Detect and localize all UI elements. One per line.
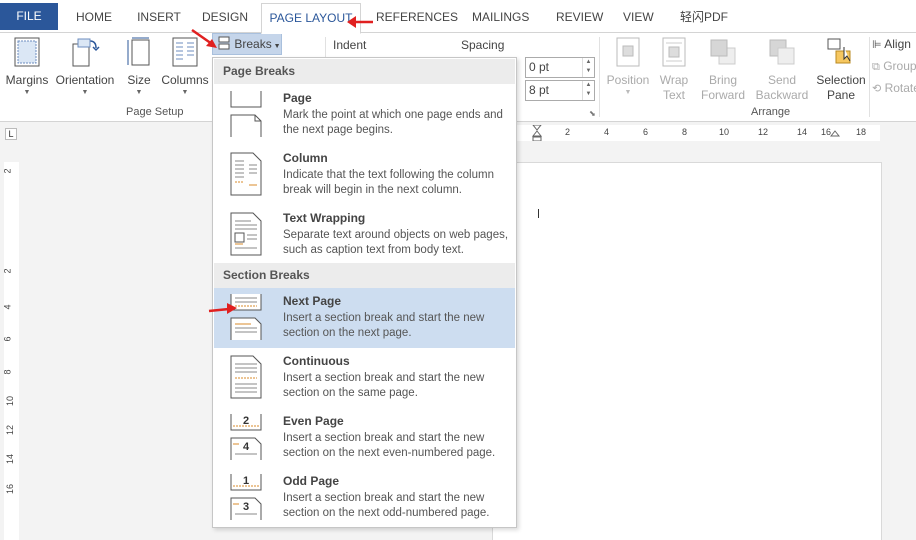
- spin-arrows-icon[interactable]: ▲ ▼: [582, 81, 594, 100]
- wrap-text-button[interactable]: Wrap Text: [652, 37, 696, 103]
- orientation-caret-icon: ▼: [81, 89, 89, 96]
- tab-mailings[interactable]: MAILINGS: [466, 3, 534, 33]
- group-icon: ⧉: [872, 61, 880, 73]
- selection-pane-button[interactable]: Selection Pane: [814, 37, 868, 103]
- ruler-tick-label: 14: [5, 453, 16, 465]
- selection-pane-icon: [827, 38, 851, 64]
- ruler-tick-label: 14: [797, 127, 808, 137]
- ruler-tick-label: 2: [2, 268, 13, 274]
- group-button[interactable]: ⧉ Group: [872, 59, 916, 74]
- tab-qingshan-pdf[interactable]: 轻闪PDF: [674, 3, 734, 33]
- break-item-text-wrapping[interactable]: Text Wrapping Separate text around objec…: [214, 205, 515, 265]
- send-backward-button[interactable]: Send Backward: [752, 37, 812, 103]
- rotate-button[interactable]: ⟲ Rotate: [872, 81, 916, 95]
- text-wrapping-break-icon: [230, 212, 262, 256]
- ruler-tick-label: 6: [2, 336, 13, 342]
- continuous-break-icon: [230, 355, 262, 399]
- svg-text:3: 3: [243, 501, 249, 513]
- align-icon: ⊫: [872, 39, 882, 51]
- ruler-tick-label: 12: [758, 127, 769, 137]
- bring-forward-icon: [710, 39, 736, 65]
- orientation-icon: [72, 38, 100, 67]
- break-item-continuous[interactable]: Continuous Insert a section break and st…: [214, 348, 515, 408]
- breaks-menu: Page Breaks Page Mark the point at which…: [212, 57, 517, 528]
- size-caret-icon: ▼: [135, 89, 143, 96]
- ruler-tick-label: 8: [2, 369, 13, 375]
- break-item-odd-page[interactable]: 1 3 Odd Page Insert a section break and …: [214, 468, 515, 528]
- svg-text:2: 2: [243, 415, 249, 427]
- indent-marker-icon[interactable]: [532, 125, 542, 141]
- tab-home[interactable]: HOME: [68, 3, 120, 33]
- margins-icon: [14, 37, 40, 67]
- horizontal-ruler[interactable]: 2 4 6 8 10 12 14 16 18: [516, 125, 880, 141]
- spacing-after-input[interactable]: 8 pt ▲ ▼: [525, 80, 595, 101]
- wrap-text-icon: [662, 37, 686, 67]
- svg-text:1: 1: [243, 475, 249, 487]
- size-icon: [127, 37, 150, 66]
- rotate-icon: ⟲: [872, 83, 882, 95]
- tab-selector-button[interactable]: L: [5, 128, 17, 140]
- section-breaks-heading: Section Breaks: [214, 263, 515, 288]
- tab-file[interactable]: FILE: [0, 3, 58, 30]
- break-item-column[interactable]: Column Indicate that the text following …: [214, 145, 515, 205]
- orientation-button[interactable]: Orientation ▼: [54, 37, 116, 98]
- spin-arrows-icon[interactable]: ▲ ▼: [582, 58, 594, 77]
- position-icon: [616, 37, 640, 67]
- ruler-tick-label: 8: [682, 127, 688, 137]
- document-page[interactable]: [492, 162, 882, 540]
- ruler-tick-label: 2: [2, 168, 13, 174]
- columns-caret-icon: ▼: [181, 89, 189, 96]
- break-item-next-page[interactable]: Next Page Insert a section break and sta…: [214, 288, 515, 348]
- breaks-button[interactable]: Breaks ▼: [212, 33, 282, 55]
- ruler-tick-label: 4: [604, 127, 610, 137]
- tab-insert[interactable]: INSERT: [131, 3, 187, 33]
- tab-references[interactable]: REFERENCES: [370, 3, 458, 33]
- right-indent-marker-icon[interactable]: [830, 125, 840, 141]
- break-item-page[interactable]: Page Mark the point at which one page en…: [214, 85, 515, 145]
- svg-text:4: 4: [243, 441, 250, 453]
- position-caret-icon: ▼: [624, 89, 632, 96]
- spacing-before-input[interactable]: 0 pt ▲ ▼: [525, 57, 595, 78]
- page-break-icon: [230, 91, 262, 137]
- even-page-break-icon: 2 4: [230, 414, 262, 460]
- ribbon-separator: [869, 37, 870, 117]
- page-setup-group-label: Page Setup: [126, 106, 184, 118]
- ribbon-separator: [599, 37, 600, 117]
- annotation-arrow-icon: [208, 303, 237, 314]
- ruler-tick-label: 12: [5, 424, 16, 436]
- spacing-label: Spacing: [461, 38, 505, 52]
- tab-review[interactable]: REVIEW: [550, 3, 603, 33]
- align-button[interactable]: ⊫ Align: [872, 37, 911, 51]
- vertical-ruler[interactable]: 2 2 4 6 8 10 12 14 16: [2, 162, 19, 540]
- ruler-tick-label: 6: [643, 127, 649, 137]
- annotation-arrow-icon: [191, 28, 217, 48]
- tab-view[interactable]: VIEW: [617, 3, 657, 33]
- ruler-tick-label: 4: [2, 304, 13, 310]
- ruler-tick-label: 10: [719, 127, 730, 137]
- paragraph-dialog-launcher-icon[interactable]: ⬊: [589, 109, 596, 118]
- ruler-tick-label: 16: [5, 483, 16, 495]
- ribbon-tab-bar: FILE HOME INSERT DESIGN PAGE LAYOUT REFE…: [0, 0, 916, 34]
- size-button[interactable]: Size ▼: [122, 37, 156, 98]
- margins-button[interactable]: Margins ▼: [4, 37, 50, 98]
- column-break-icon: [230, 152, 262, 196]
- ruler-tick-label: 2: [565, 127, 571, 137]
- position-button[interactable]: Position ▼: [604, 37, 652, 98]
- arrange-group-label: Arrange: [751, 106, 791, 118]
- ruler-tick-label: 10: [5, 395, 16, 407]
- page-breaks-heading: Page Breaks: [214, 59, 515, 84]
- break-item-even-page[interactable]: 2 4 Even Page Insert a section break and…: [214, 408, 515, 468]
- bring-forward-button[interactable]: Bring Forward: [696, 37, 750, 103]
- annotation-arrow-icon: [347, 16, 373, 28]
- odd-page-break-icon: 1 3: [230, 474, 262, 520]
- ruler-tick-label: 18: [856, 127, 867, 137]
- indent-label: Indent: [333, 38, 367, 52]
- text-cursor: [538, 209, 539, 218]
- send-backward-icon: [769, 39, 795, 65]
- margins-caret-icon: ▼: [23, 89, 31, 96]
